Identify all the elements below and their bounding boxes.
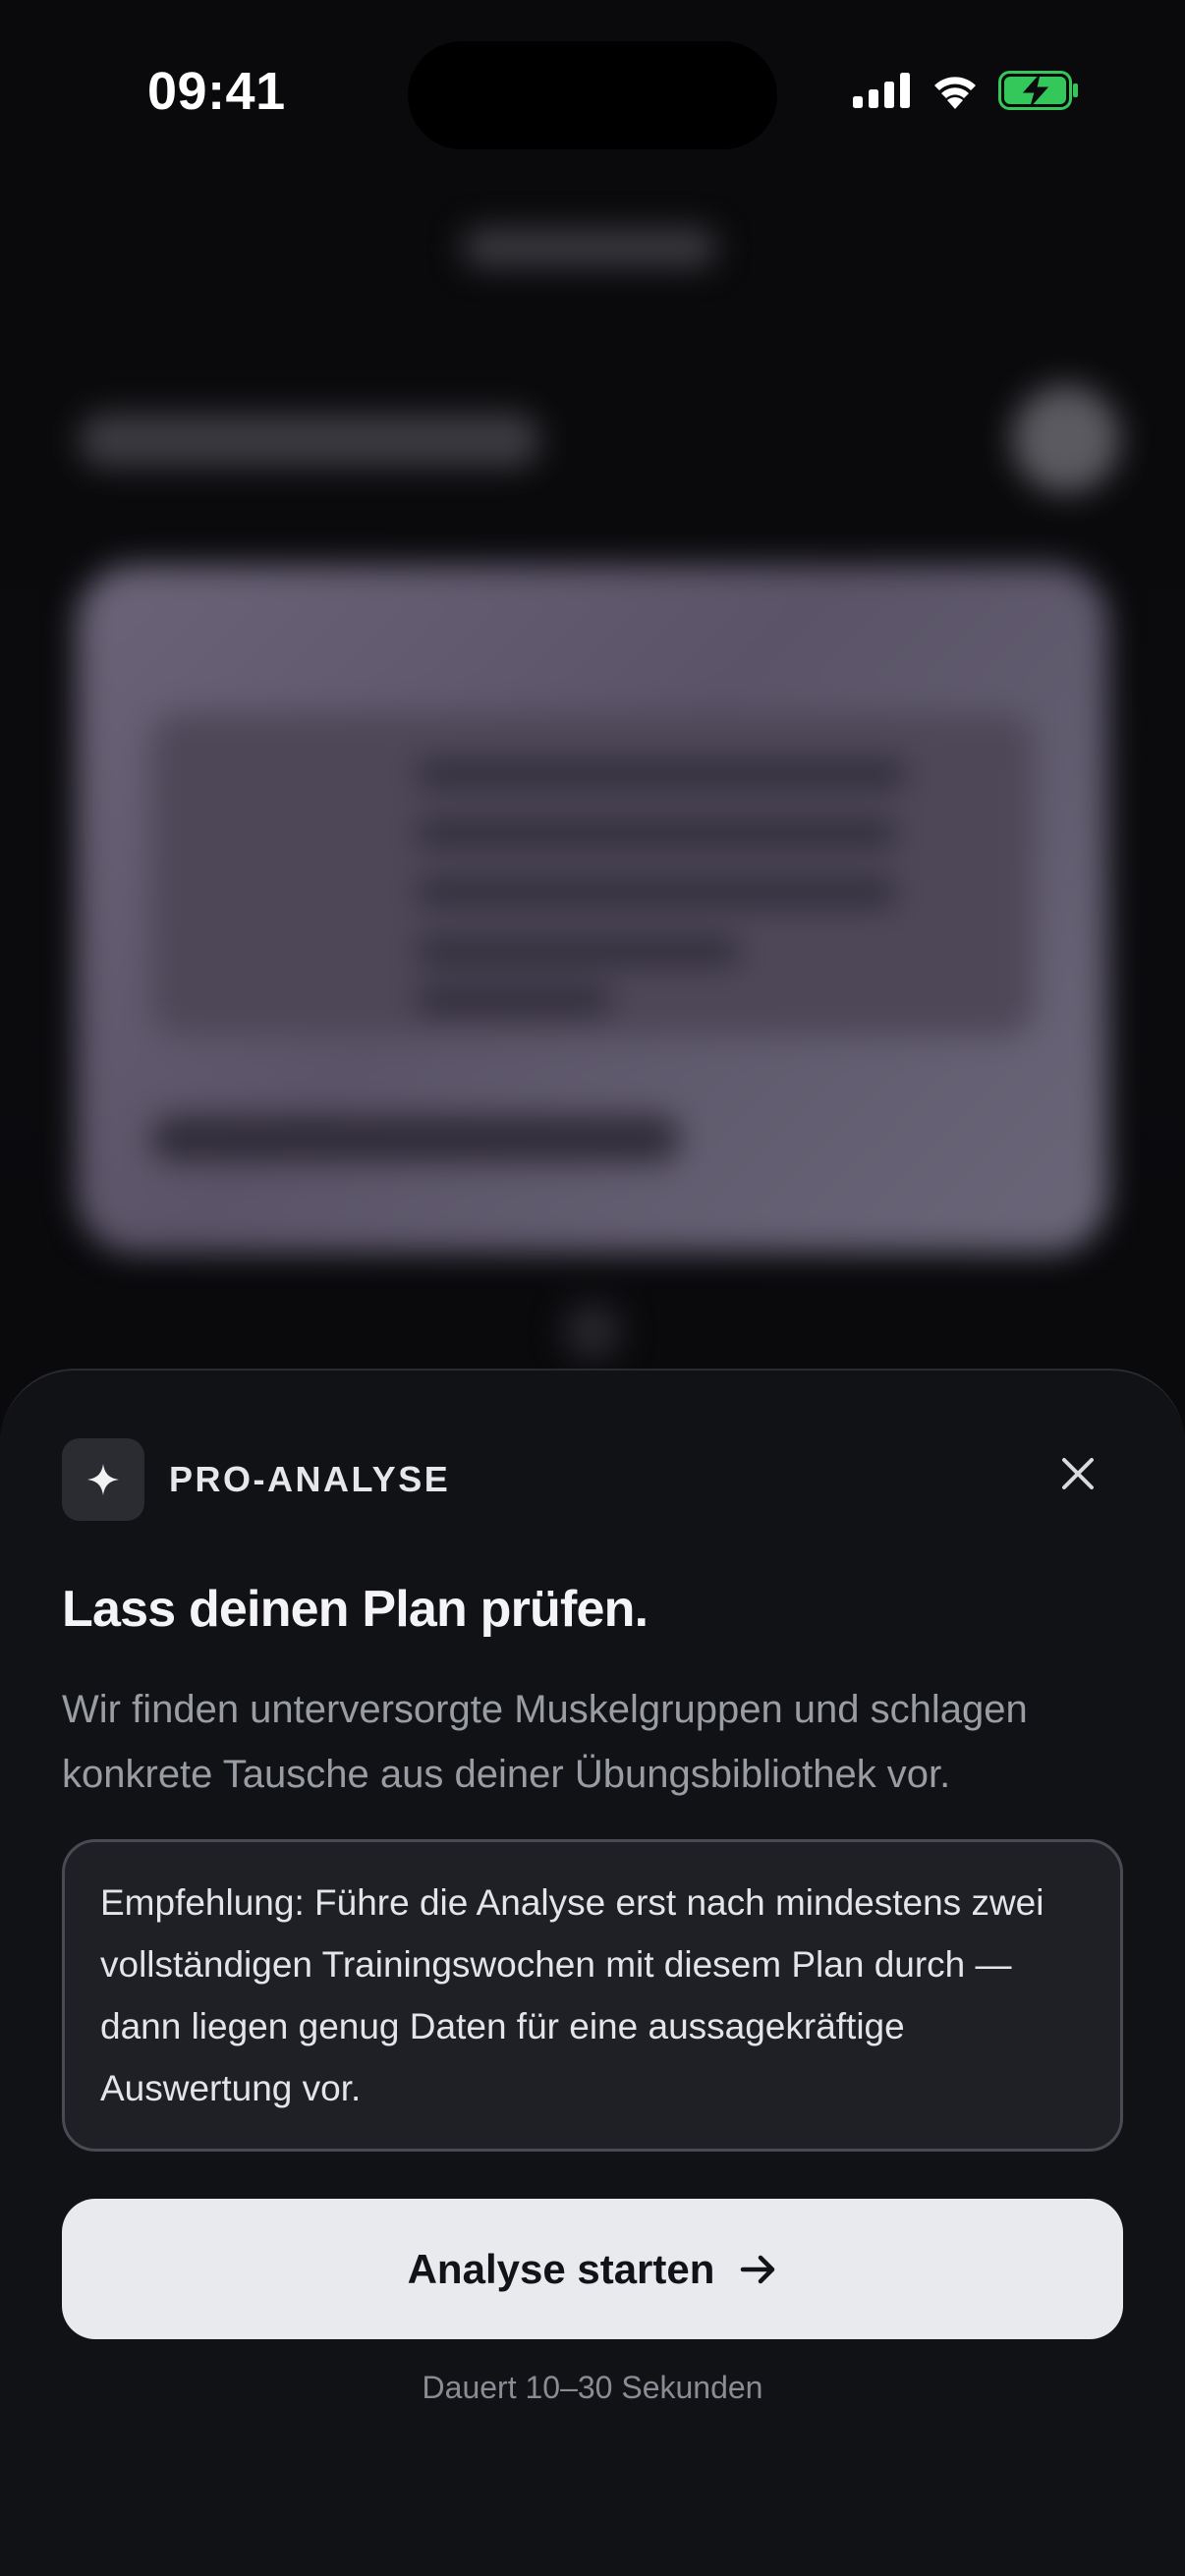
recommendation-note-text: Empfehlung: Führe die Analyse erst nach … <box>100 1882 1044 2108</box>
close-icon <box>1062 1458 1094 1489</box>
blurred-background <box>0 0 1185 1395</box>
status-bar: 09:41 <box>0 0 1185 187</box>
status-icons <box>853 71 1079 110</box>
blurred-line <box>416 820 897 846</box>
sheet-badge <box>62 1438 144 1521</box>
blurred-avatar <box>1012 385 1120 493</box>
start-analysis-button[interactable]: Analyse starten <box>62 2199 1123 2339</box>
start-analysis-label: Analyse starten <box>407 2245 715 2292</box>
sheet-label: PRO-ANALYSE <box>169 1459 451 1499</box>
blurred-nav-title <box>462 228 717 267</box>
blurred-line <box>416 761 907 787</box>
sheet-description: Wir finden unterversorgte Muskelgruppen … <box>62 1688 1028 1796</box>
blurred-page-indicator <box>563 1302 622 1361</box>
blurred-line <box>416 938 740 964</box>
arrow-right-icon <box>741 2255 775 2283</box>
blurred-page-heading <box>79 413 540 468</box>
wifi-icon <box>934 77 976 109</box>
pro-analysis-sheet: PRO-ANALYSE Lass deinen Plan prüfen. Wir… <box>0 1369 1185 2576</box>
blurred-card-chart <box>150 712 1035 1036</box>
status-time: 09:41 <box>147 62 286 121</box>
blurred-card-caption <box>150 1115 681 1162</box>
dynamic-island <box>408 41 777 149</box>
battery-charging-icon <box>998 71 1078 110</box>
close-button[interactable] <box>1044 1439 1112 1508</box>
blurred-line <box>416 879 897 905</box>
blurred-plan-card <box>77 565 1108 1253</box>
sheet-title: Lass deinen Plan prüfen. <box>62 1581 649 1638</box>
sparkle-icon <box>87 1464 119 1495</box>
recommendation-note: Empfehlung: Führe die Analyse erst nach … <box>62 1839 1123 2152</box>
cellular-signal-icon <box>853 73 910 108</box>
duration-hint: Dauert 10–30 Sekunden <box>422 2370 763 2405</box>
blurred-line <box>416 987 612 1013</box>
screen: 09:41 PRO-ANALYSE Lass deinen Plan prüfe… <box>0 0 1185 2576</box>
